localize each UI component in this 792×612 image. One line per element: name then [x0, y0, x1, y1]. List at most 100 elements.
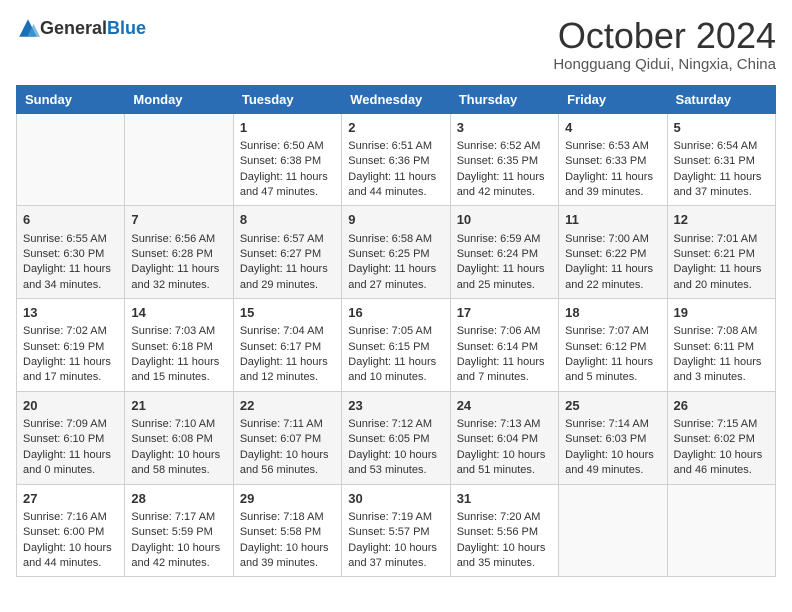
calendar-cell: 12Sunrise: 7:01 AMSunset: 6:21 PMDayligh… [667, 206, 775, 299]
cell-info: Sunrise: 7:12 AMSunset: 6:05 PMDaylight:… [348, 418, 437, 476]
day-number: 16 [348, 304, 443, 322]
logo: GeneralBlue [16, 16, 146, 40]
calendar-cell: 4Sunrise: 6:53 AMSunset: 6:33 PMDaylight… [559, 113, 667, 206]
calendar-cell: 20 Sunrise: 7:09 AMSunset: 6:10 PMDayligh… [17, 391, 125, 484]
calendar-cell: 29Sunrise: 7:18 AMSunset: 5:58 PMDayligh… [233, 484, 341, 577]
day-number: 26 [674, 397, 769, 415]
calendar-cell: 19 Sunrise: 7:08 AMSunset: 6:11 PMDayligh… [667, 299, 775, 392]
calendar-cell: 8 Sunrise: 6:57 AMSunset: 6:27 PMDaylight… [233, 206, 341, 299]
cell-info: Sunrise: 7:02 AMSunset: 6:19 PMDaylight:… [23, 325, 111, 383]
calendar-cell: 13 Sunrise: 7:02 AMSunset: 6:19 PMDayligh… [17, 299, 125, 392]
day-number: 20 [23, 397, 118, 415]
cell-info: Sunrise: 6:53 AMSunset: 6:33 PMDaylight:… [565, 140, 653, 198]
cell-info: Sunrise: 6:54 AMSunset: 6:31 PMDaylight:… [674, 140, 762, 198]
day-number: 2 [348, 119, 443, 137]
calendar-cell: 23 Sunrise: 7:12 AMSunset: 6:05 PMDayligh… [342, 391, 450, 484]
day-header-saturday: Saturday [667, 85, 775, 113]
cell-info: Sunrise: 7:03 AMSunset: 6:18 PMDaylight:… [131, 325, 219, 383]
day-number: 8 [240, 211, 335, 229]
cell-info: Sunrise: 7:15 AMSunset: 6:02 PMDaylight:… [674, 418, 763, 476]
calendar-cell: 21Sunrise: 7:10 AMSunset: 6:08 PMDayligh… [125, 391, 233, 484]
calendar-cell: 10 Sunrise: 6:59 AMSunset: 6:24 PMDayligh… [450, 206, 558, 299]
cell-info: Sunrise: 6:51 AMSunset: 6:36 PMDaylight:… [348, 140, 436, 198]
title-area: October 2024 Hongguang Qidui, Ningxia, C… [553, 16, 776, 73]
day-number: 11 [565, 211, 660, 229]
day-number: 3 [457, 119, 552, 137]
calendar-cell: 24 Sunrise: 7:13 AMSunset: 6:04 PMDayligh… [450, 391, 558, 484]
day-number: 31 [457, 490, 552, 508]
logo-icon [16, 16, 40, 40]
cell-info: Sunrise: 7:08 AMSunset: 6:11 PMDaylight:… [674, 325, 762, 383]
cell-info: Sunrise: 7:05 AMSunset: 6:15 PMDaylight:… [348, 325, 436, 383]
calendar-week-row: 20 Sunrise: 7:09 AMSunset: 6:10 PMDayligh… [17, 391, 776, 484]
day-number: 27 [23, 490, 118, 508]
calendar-cell: 14 Sunrise: 7:03 AMSunset: 6:18 PMDayligh… [125, 299, 233, 392]
day-number: 23 [348, 397, 443, 415]
calendar-cell: 3Sunrise: 6:52 AMSunset: 6:35 PMDaylight… [450, 113, 558, 206]
calendar-week-row: 6 Sunrise: 6:55 AMSunset: 6:30 PMDaylight… [17, 206, 776, 299]
day-number: 12 [674, 211, 769, 229]
calendar-cell: 31 Sunrise: 7:20 AMSunset: 5:56 PMDayligh… [450, 484, 558, 577]
calendar-cell: 5Sunrise: 6:54 AMSunset: 6:31 PMDaylight… [667, 113, 775, 206]
cell-info: Sunrise: 7:20 AMSunset: 5:56 PMDaylight:… [457, 511, 546, 569]
cell-info: Sunrise: 7:04 AMSunset: 6:17 PMDaylight:… [240, 325, 328, 383]
calendar-cell: 27Sunrise: 7:16 AMSunset: 6:00 PMDayligh… [17, 484, 125, 577]
day-number: 24 [457, 397, 552, 415]
page-header: GeneralBlue October 2024 Hongguang Qidui… [16, 16, 776, 73]
day-number: 22 [240, 397, 335, 415]
cell-info: Sunrise: 6:58 AMSunset: 6:25 PMDaylight:… [348, 233, 436, 291]
calendar-cell [17, 113, 125, 206]
cell-info: Sunrise: 7:19 AMSunset: 5:57 PMDaylight:… [348, 511, 437, 569]
cell-info: Sunrise: 7:13 AMSunset: 6:04 PMDaylight:… [457, 418, 546, 476]
day-number: 15 [240, 304, 335, 322]
logo-blue: Blue [107, 18, 146, 39]
calendar-cell: 30 Sunrise: 7:19 AMSunset: 5:57 PMDayligh… [342, 484, 450, 577]
calendar-table: SundayMondayTuesdayWednesdayThursdayFrid… [16, 85, 776, 578]
day-number: 18 [565, 304, 660, 322]
day-number: 25 [565, 397, 660, 415]
day-number: 28 [131, 490, 226, 508]
calendar-cell: 17Sunrise: 7:06 AMSunset: 6:14 PMDayligh… [450, 299, 558, 392]
cell-info: Sunrise: 6:56 AMSunset: 6:28 PMDaylight:… [131, 233, 219, 291]
day-number: 30 [348, 490, 443, 508]
calendar-cell [125, 113, 233, 206]
day-header-tuesday: Tuesday [233, 85, 341, 113]
calendar-cell: 28 Sunrise: 7:17 AMSunset: 5:59 PMDayligh… [125, 484, 233, 577]
day-number: 9 [348, 211, 443, 229]
month-title: October 2024 [553, 16, 776, 56]
cell-info: Sunrise: 7:07 AMSunset: 6:12 PMDaylight:… [565, 325, 653, 383]
day-header-monday: Monday [125, 85, 233, 113]
cell-info: Sunrise: 7:17 AMSunset: 5:59 PMDaylight:… [131, 511, 220, 569]
day-number: 10 [457, 211, 552, 229]
cell-info: Sunrise: 6:50 AMSunset: 6:38 PMDaylight:… [240, 140, 328, 198]
cell-info: Sunrise: 7:00 AMSunset: 6:22 PMDaylight:… [565, 233, 653, 291]
calendar-cell [667, 484, 775, 577]
calendar-cell: 7 Sunrise: 6:56 AMSunset: 6:28 PMDaylight… [125, 206, 233, 299]
cell-info: Sunrise: 6:57 AMSunset: 6:27 PMDaylight:… [240, 233, 328, 291]
cell-info: Sunrise: 6:55 AMSunset: 6:30 PMDaylight:… [23, 233, 111, 291]
calendar-cell: 25Sunrise: 7:14 AMSunset: 6:03 PMDayligh… [559, 391, 667, 484]
day-number: 13 [23, 304, 118, 322]
day-number: 19 [674, 304, 769, 322]
cell-info: Sunrise: 7:11 AMSunset: 6:07 PMDaylight:… [240, 418, 329, 476]
calendar-week-row: 1 Sunrise: 6:50 AMSunset: 6:38 PMDaylight… [17, 113, 776, 206]
calendar-cell: 11 Sunrise: 7:00 AMSunset: 6:22 PMDayligh… [559, 206, 667, 299]
day-number: 1 [240, 119, 335, 137]
day-header-wednesday: Wednesday [342, 85, 450, 113]
cell-info: Sunrise: 7:18 AMSunset: 5:58 PMDaylight:… [240, 511, 329, 569]
day-number: 7 [131, 211, 226, 229]
calendar-cell: 15 Sunrise: 7:04 AMSunset: 6:17 PMDayligh… [233, 299, 341, 392]
calendar-cell: 18 Sunrise: 7:07 AMSunset: 6:12 PMDayligh… [559, 299, 667, 392]
day-number: 14 [131, 304, 226, 322]
cell-info: Sunrise: 7:09 AMSunset: 6:10 PMDaylight:… [23, 418, 111, 476]
calendar-header-row: SundayMondayTuesdayWednesdayThursdayFrid… [17, 85, 776, 113]
calendar-cell [559, 484, 667, 577]
calendar-week-row: 27Sunrise: 7:16 AMSunset: 6:00 PMDayligh… [17, 484, 776, 577]
calendar-cell: 6 Sunrise: 6:55 AMSunset: 6:30 PMDaylight… [17, 206, 125, 299]
calendar-week-row: 13 Sunrise: 7:02 AMSunset: 6:19 PMDayligh… [17, 299, 776, 392]
calendar-cell: 9 Sunrise: 6:58 AMSunset: 6:25 PMDaylight… [342, 206, 450, 299]
cell-info: Sunrise: 6:59 AMSunset: 6:24 PMDaylight:… [457, 233, 545, 291]
cell-info: Sunrise: 7:10 AMSunset: 6:08 PMDaylight:… [131, 418, 220, 476]
calendar-cell: 1 Sunrise: 6:50 AMSunset: 6:38 PMDaylight… [233, 113, 341, 206]
day-number: 6 [23, 211, 118, 229]
